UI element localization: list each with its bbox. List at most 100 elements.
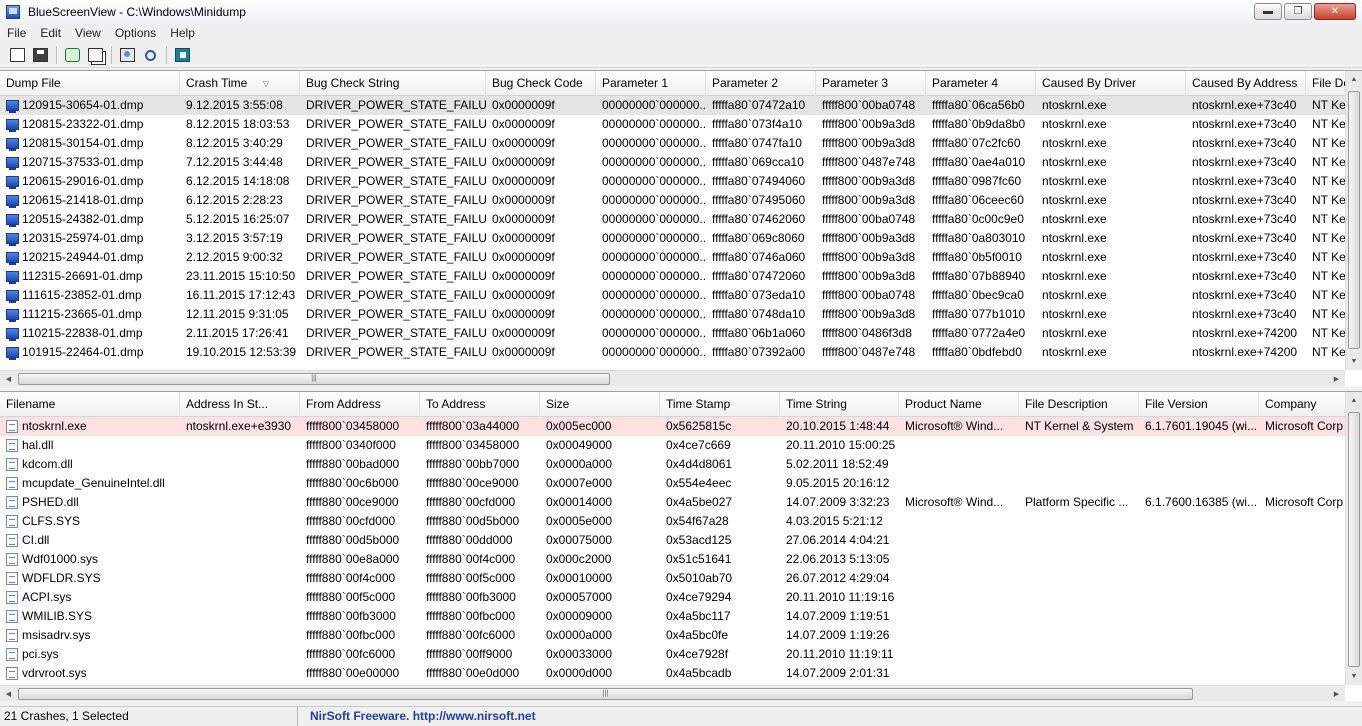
scroll-thumb[interactable] <box>1348 91 1360 349</box>
column-header-time-stamp[interactable]: Time Stamp <box>660 392 780 417</box>
menu-file[interactable]: File <box>0 26 33 40</box>
table-row[interactable]: 101915-22464-01.dmp 19.10.2015 12:53:39 DR… <box>0 343 1356 362</box>
sort-descending-icon[interactable]: ▽ <box>263 71 269 96</box>
column-header-parameter-4[interactable]: Parameter 4 <box>926 71 1036 96</box>
column-header-bug-check-string[interactable]: Bug Check String <box>300 71 486 96</box>
table-row[interactable]: Wdf01000.sys fffff880`00e8a000 fffff880`00… <box>0 550 1359 569</box>
table-row[interactable]: vdrvroot.sys fffff880`00e00000 fffff880`00… <box>0 664 1359 683</box>
table-row[interactable]: msisadrv.sys fffff880`00fbc000 fffff880`00… <box>0 626 1359 645</box>
driver-list-horizontal-scrollbar[interactable]: ◀ ||| ▶ <box>0 685 1345 701</box>
cell-dump-file: 110215-22838-01.dmp <box>0 324 180 343</box>
refresh-button[interactable] <box>63 46 82 65</box>
table-row[interactable]: mcupdate_GenuineIntel.dll fffff880`00c6b0… <box>0 474 1359 493</box>
scroll-up-icon[interactable]: ▲ <box>1346 392 1362 409</box>
cell-crash-time: 2.11.2015 17:26:41 <box>180 324 300 343</box>
scroll-thumb[interactable]: ||| <box>18 688 1193 700</box>
column-header-file-description[interactable]: File Description <box>1019 392 1139 417</box>
scroll-left-icon[interactable]: ◀ <box>0 371 17 386</box>
exit-button[interactable] <box>173 46 192 65</box>
cell-parameter-4: fffffa80`0b5f0010 <box>926 248 1036 267</box>
table-row[interactable]: 120715-37533-01.dmp 7.12.2015 3:44:48 DRIV… <box>0 153 1356 172</box>
cell-text: fffffa80`0c00c9e0 <box>932 212 1024 226</box>
cell-bug-check-code: 0x0000009f <box>486 343 596 362</box>
driver-list-vertical-scrollbar[interactable]: ▲ ▼ <box>1345 392 1362 685</box>
column-header-bug-check-code[interactable]: Bug Check Code <box>486 71 596 96</box>
save-button[interactable] <box>31 46 50 65</box>
table-row[interactable]: ntoskrnl.exe ntoskrnl.exe+e3930 fffff800`0… <box>0 417 1359 436</box>
table-row[interactable]: 110215-22838-01.dmp 2.11.2015 17:26:41 DRI… <box>0 324 1356 343</box>
cell-to-address: fffff880`00f4c000 <box>420 550 540 569</box>
table-row[interactable]: 120815-23322-01.dmp 8.12.2015 18:03:53 DRI… <box>0 115 1356 134</box>
scroll-thumb[interactable] <box>1348 412 1360 667</box>
cell-text: DRIVER_POWER_STATE_FAILURE <box>306 193 486 207</box>
cell-caused-by-address: ntoskrnl.exe+73c40 <box>1186 134 1306 153</box>
scroll-up-icon[interactable]: ▲ <box>1346 71 1362 88</box>
cell-time-string: 5.02.2011 18:52:49 <box>780 455 899 474</box>
driver-list: Filename Address In St... From Address To A… <box>0 391 1362 701</box>
column-header-parameter-2[interactable]: Parameter 2 <box>706 71 816 96</box>
scroll-right-icon[interactable]: ▶ <box>1328 686 1345 701</box>
column-header-to-address[interactable]: To Address <box>420 392 540 417</box>
find-button[interactable] <box>141 46 160 65</box>
column-header-size[interactable]: Size <box>540 392 660 417</box>
table-row[interactable]: pci.sys fffff880`00fc6000 fffff880`00ff900… <box>0 645 1359 664</box>
table-row[interactable]: 120615-29016-01.dmp 6.12.2015 14:18:08 DRI… <box>0 172 1356 191</box>
copy-button[interactable] <box>86 46 105 65</box>
table-row[interactable]: WDFLDR.SYS fffff880`00f4c000 fffff880`00f5… <box>0 569 1359 588</box>
column-header-label: Time String <box>786 397 847 411</box>
menu-options[interactable]: Options <box>108 26 163 40</box>
html-report-button[interactable] <box>8 46 27 65</box>
cell-text: DRIVER_POWER_STATE_FAILURE <box>306 155 486 169</box>
table-row[interactable]: ACPI.sys fffff880`00f5c000 fffff880`00fb30… <box>0 588 1359 607</box>
menu-edit[interactable]: Edit <box>33 26 68 40</box>
table-row[interactable]: CI.dll fffff880`00d5b000 fffff880`00dd000 0… <box>0 531 1359 550</box>
scroll-left-icon[interactable]: ◀ <box>0 686 17 701</box>
column-header-parameter-1[interactable]: Parameter 1 <box>596 71 706 96</box>
restore-button[interactable]: ❐ <box>1284 3 1312 20</box>
table-row[interactable]: kdcom.dll fffff880`00bad000 fffff880`00bb7… <box>0 455 1359 474</box>
column-header-file-version[interactable]: File Version <box>1139 392 1259 417</box>
scroll-down-icon[interactable]: ▼ <box>1346 668 1362 685</box>
column-header-caused-by-address[interactable]: Caused By Address <box>1186 71 1306 96</box>
crash-list-vertical-scrollbar[interactable]: ▲ ▼ <box>1345 71 1362 370</box>
cell-dump-file: 120515-24382-01.dmp <box>0 210 180 229</box>
cell-time-string: 9.05.2015 20:16:12 <box>780 474 899 493</box>
column-header-company[interactable]: Company <box>1259 392 1359 417</box>
table-row[interactable]: 120515-24382-01.dmp 5.12.2015 16:25:07 DRI… <box>0 210 1356 229</box>
table-row[interactable]: PSHED.dll fffff880`00ce9000 fffff880`00cfd… <box>0 493 1359 512</box>
table-row[interactable]: 120915-30654-01.dmp 9.12.2015 3:55:08 DRIV… <box>0 96 1356 115</box>
minimize-button[interactable]: ▬ <box>1254 3 1282 20</box>
close-button[interactable]: ✕ <box>1314 3 1356 20</box>
table-row[interactable]: 120215-24944-01.dmp 2.12.2015 9:00:32 DRIV… <box>0 248 1356 267</box>
column-header-product-name[interactable]: Product Name <box>899 392 1019 417</box>
menu-view[interactable]: View <box>68 26 108 40</box>
cell-dump-file: 101915-22464-01.dmp <box>0 343 180 362</box>
table-row[interactable]: 120315-25974-01.dmp 3.12.2015 3:57:19 DRIV… <box>0 229 1356 248</box>
table-row[interactable]: hal.dll fffff800`0340f000 fffff800`0345800… <box>0 436 1359 455</box>
table-row[interactable]: 111215-23665-01.dmp 12.11.2015 9:31:05 DRI… <box>0 305 1356 324</box>
crash-list-horizontal-scrollbar[interactable]: ◀ ||| ▶ <box>0 370 1345 386</box>
nirsoft-link[interactable]: NirSoft Freeware. http://www.nirsoft.net <box>298 709 536 723</box>
column-header-filename[interactable]: Filename <box>0 392 180 417</box>
table-row[interactable]: 111615-23852-01.dmp 16.11.2015 17:12:43 DR… <box>0 286 1356 305</box>
table-row[interactable]: 120615-21418-01.dmp 6.12.2015 2:28:23 DRIV… <box>0 191 1356 210</box>
column-header-crash-time[interactable]: Crash Time ▽ <box>180 71 300 96</box>
table-row[interactable]: 112315-26691-01.dmp 23.11.2015 15:10:50 DR… <box>0 267 1356 286</box>
table-row[interactable]: 120815-30154-01.dmp 8.12.2015 3:40:29 DRIV… <box>0 134 1356 153</box>
scroll-right-icon[interactable]: ▶ <box>1328 371 1345 386</box>
column-header-time-string[interactable]: Time String <box>780 392 899 417</box>
cell-text: 6.12.2015 14:18:08 <box>186 174 290 188</box>
column-header-dump-file[interactable]: Dump File <box>0 71 180 96</box>
scroll-down-icon[interactable]: ▼ <box>1346 353 1362 370</box>
cell-text: 0x4a5bc117 <box>666 609 731 623</box>
table-row[interactable]: CLFS.SYS fffff880`00cfd000 fffff880`00d5b0… <box>0 512 1359 531</box>
properties-button[interactable] <box>118 46 137 65</box>
column-header-address-in-st[interactable]: Address In St... <box>180 392 300 417</box>
menu-help[interactable]: Help <box>163 26 202 40</box>
column-header-from-address[interactable]: From Address <box>300 392 420 417</box>
dump-file-icon <box>6 252 19 265</box>
column-header-caused-by-driver[interactable]: Caused By Driver <box>1036 71 1186 96</box>
scroll-thumb[interactable]: ||| <box>18 373 610 385</box>
table-row[interactable]: WMILIB.SYS fffff880`00fb3000 fffff880`00fb… <box>0 607 1359 626</box>
column-header-parameter-3[interactable]: Parameter 3 <box>816 71 926 96</box>
